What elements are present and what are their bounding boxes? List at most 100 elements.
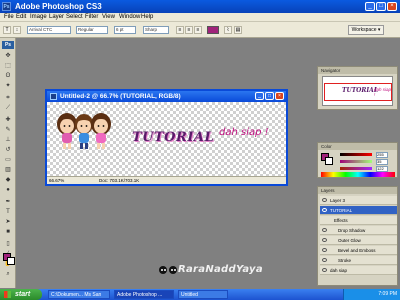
menu-layer[interactable]: Layer xyxy=(49,14,64,21)
menu-view[interactable]: View xyxy=(102,14,115,21)
layer-row[interactable]: dah siap xyxy=(320,266,397,275)
options-bar: T ↕ Arrival CTC Regular 6 pt Sharp ≡ ≡ ≡… xyxy=(0,22,400,38)
text-tool-preset-icon[interactable]: T xyxy=(3,26,11,34)
toolbox: Ps ✥ ⬚ ʘ ✦ ⌗ ⟋ ✚ ✎ ⊥ ↺ ▭ ▥ ◆ ● ✒ T ➤ ■ ▯… xyxy=(0,38,16,288)
close-button[interactable]: × xyxy=(387,2,397,11)
menu-image[interactable]: Image xyxy=(30,14,47,21)
window-title: Adobe Photoshop CS3 xyxy=(15,2,102,11)
align-right-icon[interactable]: ≡ xyxy=(194,26,202,34)
menu-select[interactable]: Select xyxy=(66,14,83,21)
effect-row[interactable]: Bevel and Emboss xyxy=(320,246,397,255)
history-brush-tool-icon[interactable]: ↺ xyxy=(3,146,13,154)
crop-tool-icon[interactable]: ⌗ xyxy=(3,94,13,102)
menu-window[interactable]: Window xyxy=(119,14,140,21)
effect-row[interactable]: Stroke xyxy=(320,256,397,265)
start-button[interactable]: start xyxy=(0,289,42,300)
font-family-select[interactable]: Arrival CTC xyxy=(27,26,71,34)
maximize-button[interactable]: □ xyxy=(376,2,386,11)
effects-row[interactable]: Effects xyxy=(320,216,397,225)
menu-edit[interactable]: Edit xyxy=(16,14,26,21)
cartoon-kids-illustration xyxy=(57,113,111,149)
color-tab[interactable]: Color xyxy=(318,143,397,150)
effect-row[interactable]: Outer Glow xyxy=(320,236,397,245)
workspace-button[interactable]: Workspace ▾ xyxy=(348,25,384,35)
menu-file[interactable]: File xyxy=(4,14,14,21)
menu-help[interactable]: Help xyxy=(141,14,153,21)
navigator-tab[interactable]: Navigator xyxy=(318,67,397,74)
move-tool-icon[interactable]: ✥ xyxy=(3,52,13,60)
minimize-button[interactable]: _ xyxy=(365,2,375,11)
document-size: Doc: 703.1K/703.1K xyxy=(99,178,140,183)
document-close-button[interactable]: × xyxy=(275,92,284,100)
red-slider[interactable] xyxy=(340,153,372,156)
taskbar-item-explorer[interactable]: C:\Dokumen... Ms San xyxy=(48,290,110,299)
path-selection-tool-icon[interactable]: ➤ xyxy=(3,218,13,226)
document-window: Untitled-2 @ 66.7% (TUTORIAL, RGB/8) _ □… xyxy=(45,89,288,186)
color-ramp[interactable] xyxy=(321,172,395,177)
document-maximize-button[interactable]: □ xyxy=(265,92,274,100)
red-value[interactable]: 255 xyxy=(376,152,388,158)
green-slider[interactable] xyxy=(340,160,372,163)
shape-tool-icon[interactable]: ■ xyxy=(3,228,13,236)
clone-stamp-tool-icon[interactable]: ⊥ xyxy=(3,136,13,144)
pen-tool-icon[interactable]: ✒ xyxy=(3,198,13,206)
navigator-thumbnail[interactable]: TUTORIAL dah siap ! xyxy=(322,76,393,106)
dah-siap-text-layer[interactable]: dah siap ! xyxy=(219,127,269,138)
blue-slider[interactable] xyxy=(340,167,372,170)
notes-tool-icon[interactable]: ▯ xyxy=(3,240,13,248)
lasso-tool-icon[interactable]: ʘ xyxy=(3,72,13,80)
text-color-swatch[interactable] xyxy=(207,26,219,34)
visibility-eye-icon[interactable] xyxy=(322,238,327,242)
layers-tab[interactable]: Layers xyxy=(318,187,397,194)
text-orientation-icon[interactable]: ↕ xyxy=(13,26,21,34)
green-value[interactable]: 35 xyxy=(376,159,388,165)
navigator-dah-text: dah siap ! xyxy=(374,87,392,97)
layers-panel: Layers Layer 3 TUTORIAL Effects Drop Sha… xyxy=(317,186,398,286)
tutorial-text-layer[interactable]: TUTORIAL xyxy=(132,130,214,145)
dodge-tool-icon[interactable]: ● xyxy=(3,186,13,194)
zoom-level[interactable]: 66.67% xyxy=(49,177,64,184)
navigator-tutorial-text: TUTORIAL xyxy=(342,87,379,94)
document-canvas[interactable]: TUTORIAL dah siap ! xyxy=(47,102,286,176)
font-size-select[interactable]: 6 pt xyxy=(114,26,136,34)
blur-tool-icon[interactable]: ◆ xyxy=(3,176,13,184)
visibility-eye-icon[interactable] xyxy=(322,228,327,232)
taskbar-item-photoshop[interactable]: Adobe Photoshop ... xyxy=(114,290,174,299)
marquee-tool-icon[interactable]: ⬚ xyxy=(3,62,13,70)
navigator-panel: Navigator TUTORIAL dah siap ! xyxy=(317,66,398,110)
effect-row[interactable]: Drop Shadow xyxy=(320,226,397,235)
taskbar: start C:\Dokumen... Ms San Adobe Photosh… xyxy=(0,289,400,300)
document-title: Untitled-2 @ 66.7% (TUTORIAL, RGB/8) xyxy=(60,93,181,100)
slice-tool-icon[interactable]: ⟋ xyxy=(3,104,13,112)
visibility-eye-icon[interactable] xyxy=(322,208,327,212)
font-style-select[interactable]: Regular xyxy=(76,26,108,34)
layer-row[interactable]: Layer 3 xyxy=(320,196,397,205)
healing-brush-tool-icon[interactable]: ✚ xyxy=(3,116,13,124)
layer-row-selected[interactable]: TUTORIAL xyxy=(320,206,397,215)
menu-filter[interactable]: Filter xyxy=(85,14,98,21)
magic-wand-tool-icon[interactable]: ✦ xyxy=(3,82,13,90)
align-left-icon[interactable]: ≡ xyxy=(176,26,184,34)
gradient-tool-icon[interactable]: ▥ xyxy=(3,166,13,174)
visibility-eye-icon[interactable] xyxy=(322,258,327,262)
background-color-swatch[interactable] xyxy=(7,257,15,265)
photoshop-app-icon: Ps xyxy=(2,2,11,11)
character-panel-icon[interactable]: ▤ xyxy=(234,26,242,34)
align-center-icon[interactable]: ≡ xyxy=(185,26,193,34)
visibility-eye-icon[interactable] xyxy=(322,198,327,202)
system-tray-clock[interactable]: 7:09 PM xyxy=(343,289,400,300)
eraser-tool-icon[interactable]: ▭ xyxy=(3,156,13,164)
visibility-eye-icon[interactable] xyxy=(322,248,327,252)
watermark-signature: RaraNaddYaya xyxy=(178,264,263,275)
antialias-select[interactable]: Sharp xyxy=(143,26,169,34)
color-panel-background-swatch[interactable] xyxy=(325,157,333,165)
document-minimize-button[interactable]: _ xyxy=(255,92,264,100)
document-status-bar: 66.67% Doc: 703.1K/703.1K xyxy=(47,176,286,184)
brush-tool-icon[interactable]: ✎ xyxy=(3,126,13,134)
taskbar-item-untitled[interactable]: Untitled xyxy=(178,290,228,299)
warp-text-icon[interactable]: ⌇ xyxy=(224,26,232,34)
type-tool-icon[interactable]: T xyxy=(3,208,13,216)
color-panel: Color 255 35 122 xyxy=(317,142,398,178)
visibility-eye-icon[interactable] xyxy=(322,268,327,272)
zoom-tool-icon[interactable]: ⌕ xyxy=(3,270,13,278)
